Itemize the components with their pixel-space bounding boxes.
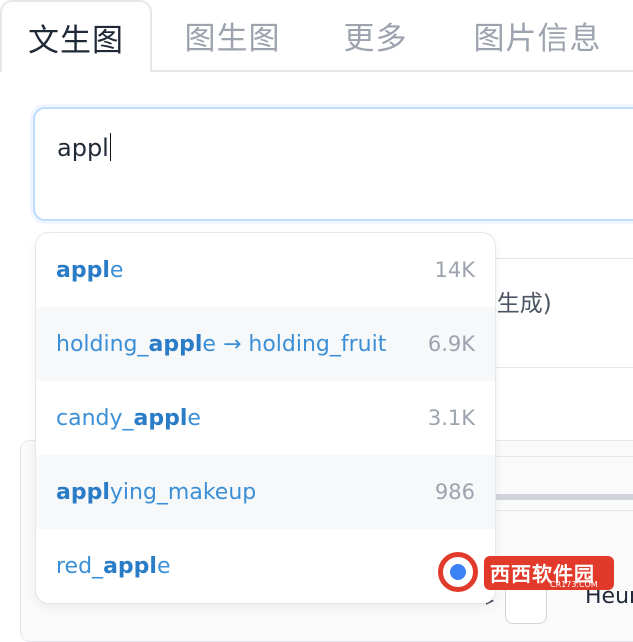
autocomplete-item-label: holding_apple → holding_fruit [56,331,387,357]
tab-bar: 文生图 图生图 更多 图片信息 [0,0,633,72]
divider [490,510,633,511]
prompt-input-value: appl [57,134,109,162]
autocomplete-item-label: candy_apple [56,405,201,431]
autocomplete-item-count: 6.9K [427,332,475,356]
autocomplete-item[interactable]: holding_apple → holding_fruit 6.9K [36,307,495,381]
tab-img2img[interactable]: 图生图 [160,0,305,70]
autocomplete-item-count: 3.1K [427,406,475,430]
autocomplete-item-label: applying_makeup [56,479,257,505]
autocomplete-item[interactable]: candy_apple 3.1K [36,381,495,455]
autocomplete-item[interactable]: apple 14K [36,233,495,307]
logo-dot-icon [450,564,466,580]
tab-more[interactable]: 更多 [318,0,433,70]
text-caret [109,133,112,161]
watermark-subtext: CR173.COM [550,580,598,589]
alias-arrow-icon: → [222,331,242,357]
autocomplete-item-label: apple [56,257,124,283]
autocomplete-item-label: red_apple [56,553,171,579]
slider-track[interactable] [490,494,633,500]
autocomplete-dropdown: apple 14K holding_apple → holding_fruit … [35,232,496,604]
divider [490,456,633,457]
autocomplete-item-count: 14K [434,258,476,282]
tab-image-info[interactable]: 图片信息 [455,0,620,70]
autocomplete-item[interactable]: red_apple 9 [36,529,495,603]
autocomplete-item-count: 986 [434,480,475,504]
autocomplete-item[interactable]: applying_makeup 986 [36,455,495,529]
site-watermark: 西西软件园 CR173.COM [438,548,618,598]
prompt-input[interactable]: appl [33,107,633,221]
tab-txt2img[interactable]: 文生图 [0,0,152,72]
